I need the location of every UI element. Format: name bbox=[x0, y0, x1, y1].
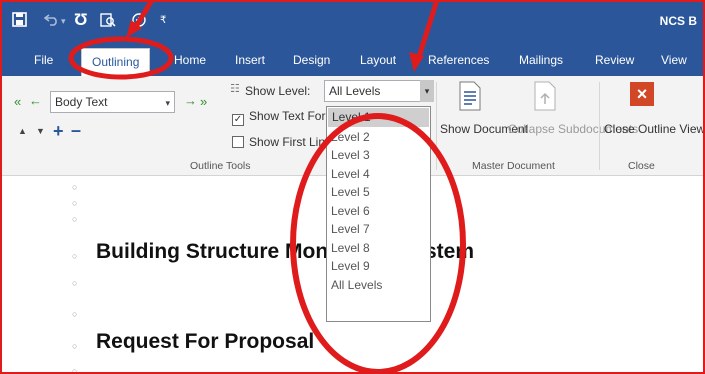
redo-icon[interactable]: Ʊ bbox=[74, 10, 88, 30]
outline-bullet-icon: ○ bbox=[72, 309, 78, 319]
demote-to-body-icon[interactable]: » bbox=[200, 94, 207, 109]
level-option-7[interactable]: Level 7 bbox=[327, 220, 430, 239]
level-option-all[interactable]: All Levels bbox=[327, 276, 430, 295]
show-document-icon[interactable] bbox=[458, 81, 482, 114]
app-title: NCS B bbox=[659, 14, 697, 28]
collapse-icon[interactable]: – bbox=[71, 120, 81, 141]
touch-mode-icon[interactable] bbox=[131, 12, 147, 32]
undo-dropdown-icon[interactable]: ▾ bbox=[61, 16, 66, 27]
show-document-button[interactable]: Show Document bbox=[440, 122, 528, 137]
promote-icon[interactable]: ← bbox=[29, 93, 42, 108]
level-option-2[interactable]: Level 2 bbox=[327, 128, 430, 147]
show-level-value: All Levels bbox=[329, 84, 381, 98]
level-option-1[interactable]: Level 1 bbox=[328, 108, 429, 127]
level-option-8[interactable]: Level 8 bbox=[327, 239, 430, 258]
collapse-subdocuments-icon[interactable] bbox=[533, 81, 557, 114]
save-icon[interactable] bbox=[12, 12, 27, 31]
level-option-3[interactable]: Level 3 bbox=[327, 146, 430, 165]
close-outline-view-button[interactable]: Close Outline View bbox=[604, 122, 705, 137]
demote-icon[interactable]: → bbox=[184, 93, 197, 108]
outline-level-value: Body Text bbox=[55, 95, 108, 109]
tab-references[interactable]: References bbox=[428, 44, 489, 76]
outline-bullet-icon: ○ bbox=[72, 278, 78, 288]
outline-bullet-icon: ○ bbox=[72, 251, 78, 261]
close-x-icon[interactable]: × bbox=[630, 82, 654, 106]
outline-bullet-icon: ○ bbox=[72, 366, 78, 374]
master-document-group-label: Master Document bbox=[472, 160, 555, 172]
outline-tools-group-label: Outline Tools bbox=[190, 160, 251, 172]
title-bar: ▾ Ʊ ₹ NCS B bbox=[0, 0, 705, 44]
show-level-label: Show Level: bbox=[245, 84, 311, 98]
tab-mailings[interactable]: Mailings bbox=[519, 44, 563, 76]
outline-bullet-icon: ○ bbox=[72, 214, 78, 224]
tab-home[interactable]: Home bbox=[174, 44, 206, 76]
tab-insert[interactable]: Insert bbox=[235, 44, 265, 76]
level-option-9[interactable]: Level 9 bbox=[327, 257, 430, 276]
outline-level-dropdown[interactable]: Body Text ▾ bbox=[50, 91, 175, 113]
tab-layout[interactable]: Layout bbox=[360, 44, 396, 76]
tab-outlining[interactable]: Outlining bbox=[81, 48, 151, 76]
level-option-5[interactable]: Level 5 bbox=[327, 183, 430, 202]
print-preview-icon[interactable] bbox=[100, 12, 116, 32]
chevron-down-icon: ▾ bbox=[420, 80, 434, 102]
tab-file[interactable]: File bbox=[34, 44, 53, 76]
level-option-6[interactable]: Level 6 bbox=[327, 202, 430, 221]
show-level-icon: ☷ bbox=[230, 83, 240, 95]
tab-design[interactable]: Design bbox=[293, 44, 330, 76]
checkbox-unchecked-icon bbox=[232, 136, 244, 148]
close-group-label: Close bbox=[628, 160, 655, 172]
undo-icon[interactable] bbox=[43, 12, 60, 30]
customize-qat-icon[interactable]: ₹ bbox=[160, 15, 166, 26]
heading-request-for-proposal[interactable]: Request For Proposal bbox=[96, 330, 314, 354]
level-option-4[interactable]: Level 4 bbox=[327, 165, 430, 184]
promote-to-heading-icon[interactable]: « bbox=[14, 94, 21, 109]
tab-view[interactable]: View bbox=[661, 44, 687, 76]
move-down-icon[interactable]: ▼ bbox=[36, 126, 45, 136]
outline-bullet-icon: ○ bbox=[72, 341, 78, 351]
group-separator bbox=[599, 82, 600, 170]
group-separator bbox=[436, 82, 437, 170]
outline-bullet-icon: ○ bbox=[72, 198, 78, 208]
move-up-icon[interactable]: ▲ bbox=[18, 126, 27, 136]
show-level-list: Level 1 Level 2 Level 3 Level 4 Level 5 … bbox=[326, 106, 431, 322]
checkbox-checked-icon: ✓ bbox=[232, 114, 244, 126]
expand-icon[interactable]: + bbox=[53, 121, 64, 142]
chevron-down-icon: ▾ bbox=[165, 98, 170, 108]
collapse-subdocuments-button[interactable]: Collapse Subdocuments bbox=[508, 122, 638, 137]
tab-review[interactable]: Review bbox=[595, 44, 634, 76]
show-level-dropdown[interactable]: All Levels ▾ bbox=[324, 80, 434, 102]
ribbon-tabs: File Outlining Home Insert Design Layout… bbox=[0, 44, 705, 76]
outline-bullet-icon: ○ bbox=[72, 182, 78, 192]
